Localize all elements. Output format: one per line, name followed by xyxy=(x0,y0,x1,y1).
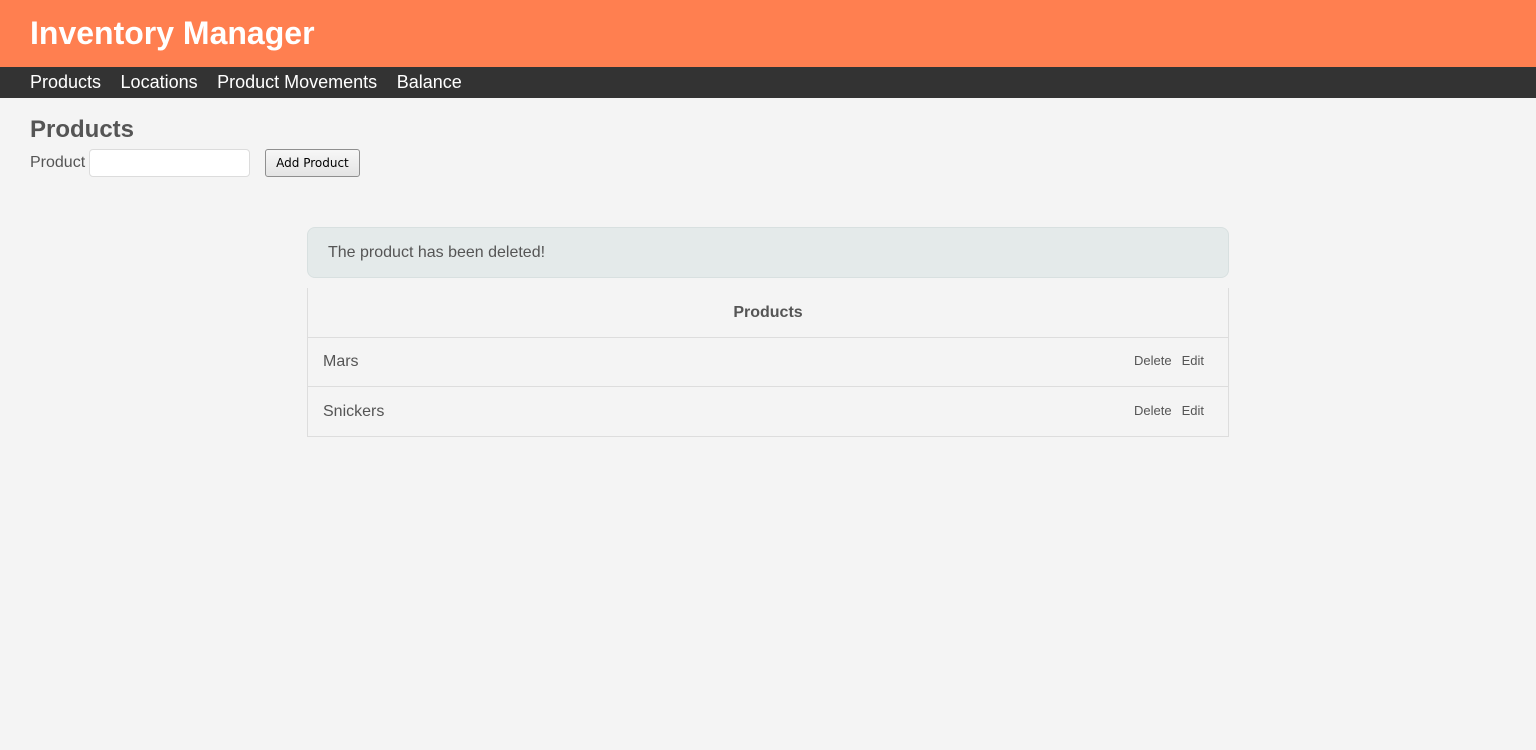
nav-link-balance[interactable]: Balance xyxy=(397,72,462,93)
add-product-button[interactable]: Add Product xyxy=(265,149,360,177)
products-table: Products Mars Delete Edit Snickers Delet… xyxy=(307,288,1229,437)
table-row: Mars Delete Edit xyxy=(308,338,1228,387)
alert-message: The product has been deleted! xyxy=(328,243,546,261)
edit-link[interactable]: Edit xyxy=(1182,353,1204,368)
row-actions: Delete Edit xyxy=(1124,403,1204,418)
row-actions: Delete Edit xyxy=(1124,353,1204,368)
product-input[interactable] xyxy=(89,149,251,177)
deleted-alert: The product has been deleted! xyxy=(307,227,1229,278)
main-nav: Products Locations Product Movements Bal… xyxy=(0,67,1536,98)
nav-link-products[interactable]: Products xyxy=(30,72,101,93)
delete-link[interactable]: Delete xyxy=(1134,403,1172,418)
table-header: Products xyxy=(308,288,1228,338)
product-name: Snickers xyxy=(323,402,385,420)
add-product-form: Product Add Product xyxy=(30,148,1536,178)
table-row: Snickers Delete Edit xyxy=(308,387,1228,436)
delete-link[interactable]: Delete xyxy=(1134,353,1172,368)
product-name: Mars xyxy=(323,353,359,370)
nav-link-locations[interactable]: Locations xyxy=(121,72,198,93)
main-content: Products Product Add Product xyxy=(0,98,1536,178)
page-title: Products xyxy=(30,116,135,143)
edit-link[interactable]: Edit xyxy=(1182,403,1204,418)
app-title: Inventory Manager xyxy=(30,15,315,51)
nav-link-product-movements[interactable]: Product Movements xyxy=(217,72,377,93)
product-field-label: Product xyxy=(30,154,86,171)
app-header: Inventory Manager xyxy=(0,0,1536,67)
